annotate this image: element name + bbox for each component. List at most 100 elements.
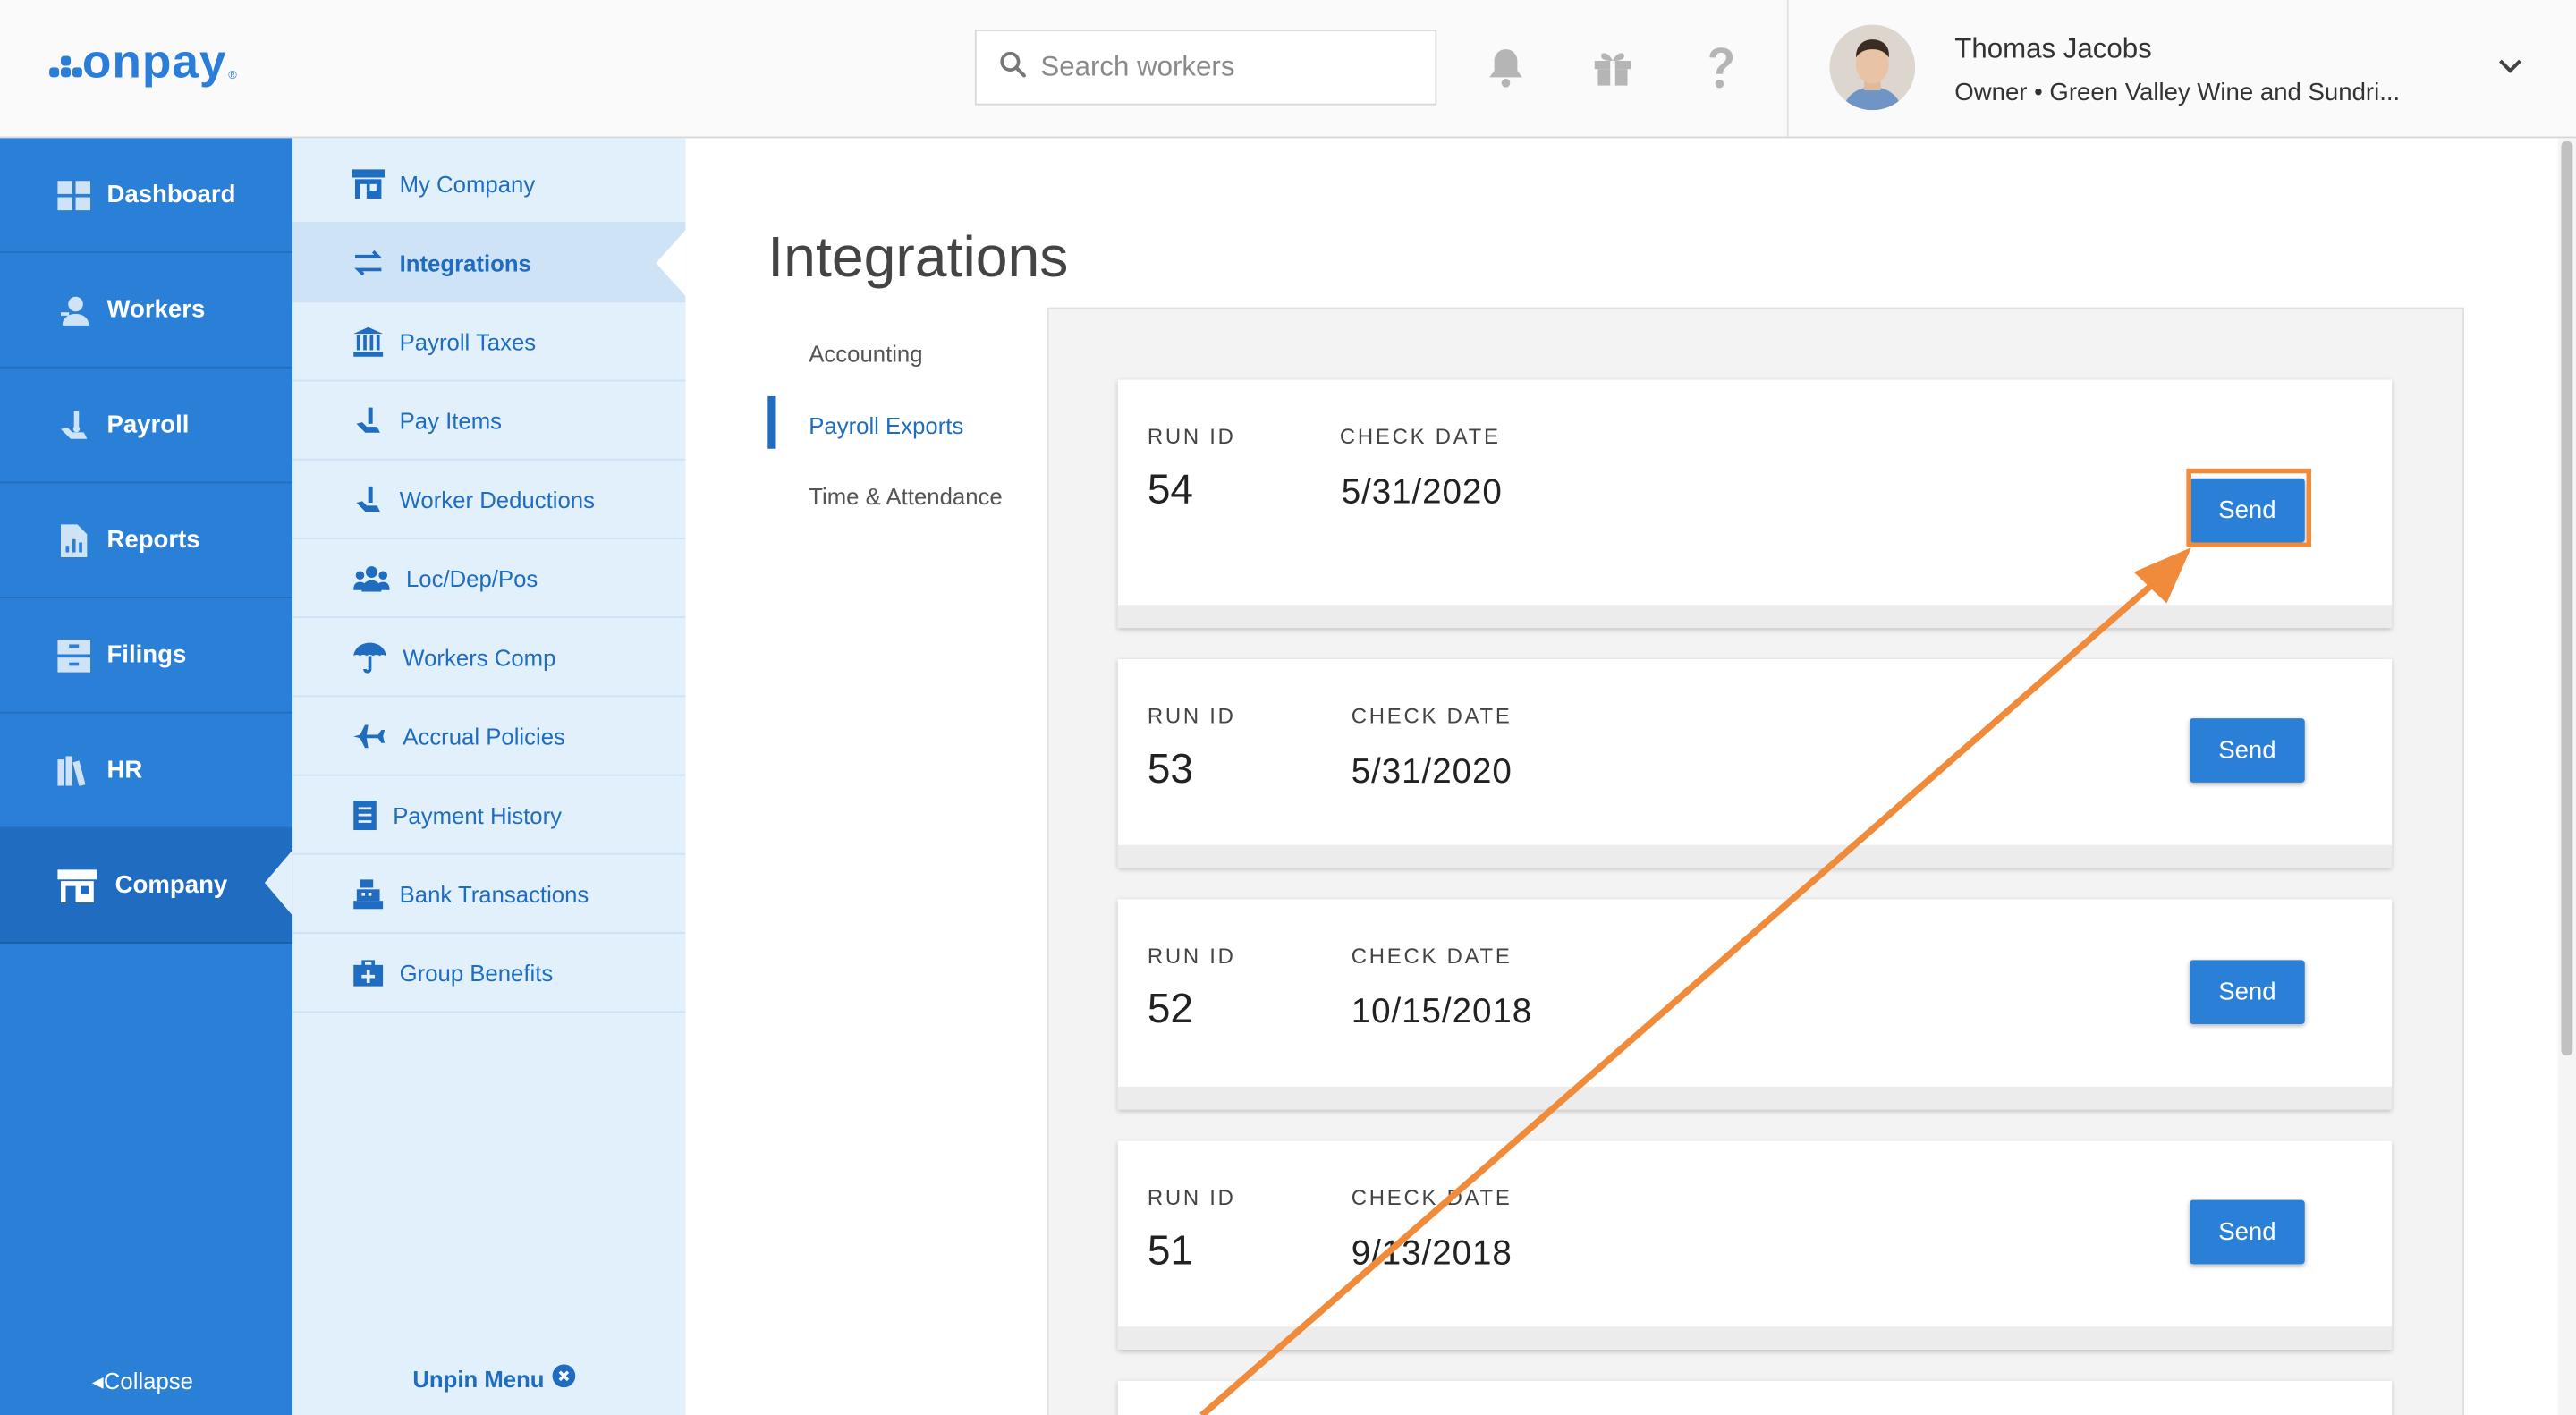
- subnav-item-workers-comp[interactable]: Workers Comp: [292, 618, 686, 698]
- search-box[interactable]: [974, 30, 1437, 106]
- transfer-icon: [352, 246, 385, 279]
- nav-item-workers[interactable]: Workers: [0, 253, 293, 369]
- search-input[interactable]: [1040, 50, 1419, 84]
- run-id-label: RUN ID: [1147, 943, 1236, 969]
- user-name[interactable]: Thomas Jacobs: [1954, 33, 2152, 66]
- subnav-label: Payroll Taxes: [399, 327, 537, 355]
- top-header: onpay ® Thomas Jacobs Owner • Green Vall…: [0, 0, 2576, 139]
- send-button[interactable]: Send: [2190, 1199, 2305, 1265]
- card-footer: [1117, 844, 2393, 868]
- check-date-value: 5/31/2020: [1341, 473, 1503, 512]
- subnav-item-worker-deductions[interactable]: Worker Deductions: [292, 461, 686, 539]
- run-id-value: 53: [1147, 746, 1193, 792]
- subnav-label: Worker Deductions: [399, 486, 595, 513]
- nav-item-payroll[interactable]: Payroll: [0, 369, 293, 484]
- workers-icon: [55, 292, 91, 327]
- highlight-box: [2186, 468, 2312, 548]
- check-date-label: CHECK DATE: [1351, 1185, 1513, 1210]
- send-button[interactable]: Send: [2190, 960, 2305, 1025]
- subnav-label: Payment History: [393, 801, 563, 828]
- avatar[interactable]: [1829, 24, 1916, 111]
- payroll-run-card: [1117, 1380, 2393, 1415]
- help-icon[interactable]: [1693, 39, 1749, 95]
- page-title: Integrations: [767, 225, 1069, 290]
- search-icon: [999, 50, 1027, 85]
- people-icon: [352, 562, 391, 595]
- bank-icon: [352, 325, 385, 358]
- subnav-label: Accrual Policies: [402, 722, 565, 750]
- collapse-label: Collapse: [103, 1368, 193, 1394]
- payroll-run-card: RUN ID CHECK DATE 52 10/15/2018 Send: [1117, 899, 2393, 1110]
- subnav-label: Pay Items: [399, 406, 503, 434]
- run-id-label: RUN ID: [1147, 424, 1236, 449]
- tab-payroll-exports[interactable]: Payroll Exports: [809, 412, 963, 438]
- collapse-button[interactable]: ◂Collapse: [92, 1368, 193, 1395]
- nav-item-dashboard[interactable]: Dashboard: [0, 138, 293, 254]
- nav-label: Reports: [106, 526, 200, 555]
- nav-label: Workers: [106, 295, 206, 325]
- active-subnav-pointer: [656, 230, 686, 296]
- logo-wordmark: onpay: [81, 36, 227, 89]
- onpay-logo[interactable]: onpay ®: [49, 36, 237, 89]
- logo-mark: [49, 44, 82, 83]
- nav-label: Filings: [106, 640, 187, 670]
- payroll-icon: [55, 407, 91, 443]
- subnav-label: Loc/Dep/Pos: [405, 564, 538, 591]
- payroll-run-card: RUN ID CHECK DATE 54 5/31/2020 Send: [1117, 379, 2393, 629]
- nav-label: Dashboard: [106, 181, 236, 209]
- card-footer: [1117, 1086, 2393, 1110]
- subnav-item-loc-dep-pos[interactable]: Loc/Dep/Pos: [292, 539, 686, 619]
- scrollbar-thumb[interactable]: [2561, 141, 2573, 1055]
- store-icon: [352, 167, 386, 200]
- payroll-icon: [352, 482, 385, 515]
- unpin-label: Unpin Menu: [412, 1365, 545, 1392]
- nav-item-filings[interactable]: Filings: [0, 598, 293, 714]
- bell-icon[interactable]: [1478, 39, 1533, 95]
- nav-label: Company: [114, 871, 228, 900]
- subnav-item-payroll-taxes[interactable]: Payroll Taxes: [292, 302, 686, 382]
- nav-item-reports[interactable]: Reports: [0, 483, 293, 598]
- send-button[interactable]: Send: [2190, 718, 2305, 783]
- company-icon: [57, 867, 97, 902]
- logo-registered-mark: ®: [228, 71, 237, 82]
- card-footer: [1117, 605, 2393, 629]
- tab-time-attendance[interactable]: Time & Attendance: [809, 483, 1002, 509]
- user-role: Owner • Green Valley Wine and Sundri...: [1954, 79, 2401, 107]
- subnav-label: My Company: [399, 170, 536, 197]
- page-scrollbar[interactable]: [2557, 138, 2576, 1415]
- subnav-item-payment-history[interactable]: Payment History: [292, 775, 686, 855]
- check-date-label: CHECK DATE: [1339, 424, 1501, 449]
- check-date-value: 10/15/2018: [1351, 993, 1533, 1031]
- subnav-item-accrual-policies[interactable]: Accrual Policies: [292, 697, 686, 776]
- subnav-item-bank-transactions[interactable]: Bank Transactions: [292, 855, 686, 934]
- subnav-item-integrations[interactable]: Integrations: [292, 223, 686, 303]
- active-nav-pointer: [264, 850, 293, 916]
- umbrella-icon: [352, 640, 387, 674]
- nav-item-company[interactable]: Company: [0, 828, 293, 944]
- subnav-item-my-company[interactable]: My Company: [292, 145, 686, 224]
- nav-item-hr[interactable]: HR: [0, 714, 293, 829]
- card-footer: [1117, 1326, 2393, 1350]
- gift-icon[interactable]: [1585, 39, 1640, 95]
- check-date-value: 5/31/2020: [1351, 752, 1513, 792]
- nav-label: HR: [106, 756, 143, 784]
- filings-icon: [55, 637, 91, 673]
- subnav-item-pay-items[interactable]: Pay Items: [292, 381, 686, 461]
- payroll-run-card: RUN ID CHECK DATE 53 5/31/2020 Send: [1117, 658, 2393, 868]
- unpin-menu-button[interactable]: Unpin Menu: [412, 1364, 576, 1392]
- reports-icon: [55, 522, 91, 558]
- chevron-down-icon[interactable]: [2496, 55, 2525, 86]
- subnav-label: Workers Comp: [402, 643, 556, 670]
- payroll-run-card: RUN ID CHECK DATE 51 9/13/2018 Send: [1117, 1140, 2393, 1350]
- run-id-value: 54: [1147, 466, 1193, 513]
- subnav-item-group-benefits[interactable]: Group Benefits: [292, 934, 686, 1013]
- plane-icon: [352, 719, 387, 752]
- caret-left-icon: ◂: [91, 1368, 104, 1394]
- medkit-icon: [352, 956, 385, 989]
- subnav-label: Integrations: [399, 249, 531, 275]
- hr-icon: [55, 752, 91, 788]
- check-date-label: CHECK DATE: [1351, 943, 1513, 969]
- primary-sidebar: Dashboard Workers Payroll Reports Filing…: [0, 138, 293, 1415]
- tab-accounting[interactable]: Accounting: [809, 340, 922, 366]
- secondary-sidebar: My Company Integrations Payroll Taxes Pa…: [292, 138, 686, 1415]
